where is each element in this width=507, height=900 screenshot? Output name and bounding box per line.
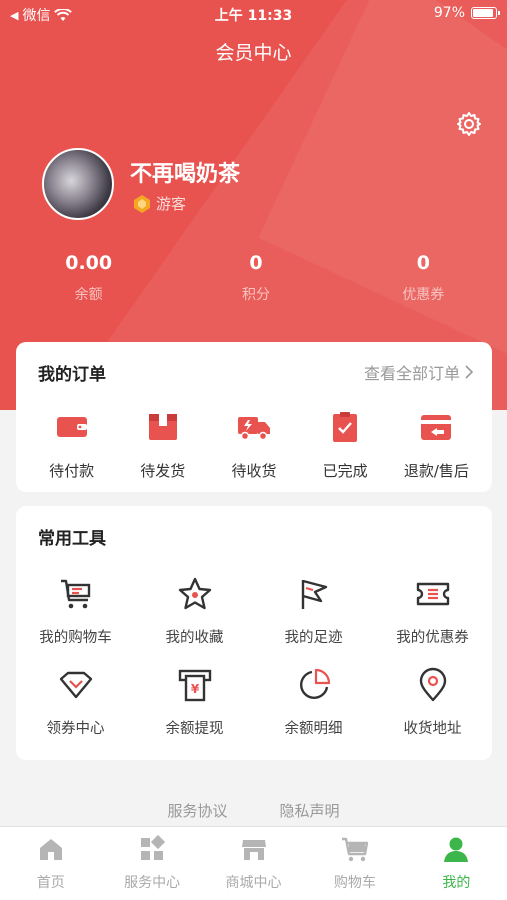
flag-icon bbox=[301, 579, 327, 609]
orders-title: 我的订单 bbox=[38, 365, 106, 385]
level-badge-icon bbox=[134, 194, 150, 213]
tab-cart[interactable]: 购物车 bbox=[304, 827, 405, 900]
tab-label: 首页 bbox=[36, 875, 65, 891]
tool-footprints[interactable]: 我的足迹 bbox=[254, 576, 373, 647]
points-stat[interactable]: 0 积分 bbox=[172, 252, 339, 304]
clipboard-check-icon bbox=[333, 412, 358, 442]
privacy-policy-link[interactable]: 隐私声明 bbox=[280, 800, 340, 821]
order-refund[interactable]: 退款/售后 bbox=[396, 410, 476, 481]
store-icon bbox=[241, 840, 266, 860]
tab-service-center[interactable]: 服务中心 bbox=[101, 827, 202, 900]
svg-text:¥: ¥ bbox=[190, 682, 199, 696]
grid-icon bbox=[141, 834, 166, 860]
tab-home[interactable]: 首页 bbox=[0, 827, 101, 900]
points-value: 0 bbox=[249, 252, 263, 274]
balance-label: 余额 bbox=[74, 287, 103, 303]
tool-label: 我的足迹 bbox=[284, 630, 343, 646]
tool-label: 领券中心 bbox=[46, 721, 105, 737]
cart-icon bbox=[60, 579, 90, 609]
box-icon bbox=[148, 414, 177, 440]
tool-favorites[interactable]: 我的收藏 bbox=[135, 576, 254, 647]
footer-links: 服务协议 隐私声明 bbox=[0, 800, 507, 821]
tab-mine[interactable]: 我的 bbox=[406, 827, 507, 900]
points-label: 积分 bbox=[241, 287, 270, 303]
battery-icon bbox=[471, 7, 500, 19]
wallet-icon bbox=[56, 417, 87, 437]
settings-gear-icon[interactable] bbox=[455, 110, 483, 138]
service-agreement-link[interactable]: 服务协议 bbox=[167, 800, 227, 821]
cart-icon bbox=[341, 837, 369, 862]
tab-mall-center[interactable]: 商城中心 bbox=[203, 827, 304, 900]
balance-stat[interactable]: 0.00 余额 bbox=[5, 252, 172, 304]
coupon-stat[interactable]: 0 优惠券 bbox=[340, 252, 507, 304]
tool-withdraw[interactable]: ¥ 余额提现 bbox=[135, 667, 254, 738]
tab-label: 服务中心 bbox=[124, 875, 181, 891]
level-label: 游客 bbox=[156, 195, 187, 213]
tab-label: 我的 bbox=[442, 875, 471, 891]
chevron-right-icon bbox=[465, 365, 474, 379]
pie-chart-icon bbox=[299, 668, 330, 700]
tool-label: 我的购物车 bbox=[39, 630, 112, 646]
tool-balance-details[interactable]: 余额明细 bbox=[254, 667, 373, 738]
account-stats: 0.00 余额 0 积分 0 优惠券 bbox=[0, 252, 507, 304]
view-all-orders-link[interactable]: 查看全部订单 bbox=[364, 360, 474, 384]
withdraw-icon: ¥ bbox=[178, 669, 211, 702]
tool-label: 收货地址 bbox=[403, 721, 462, 737]
order-completed[interactable]: 已完成 bbox=[305, 410, 385, 481]
orders-card: 我的订单 查看全部订单 待付款 待发货 待收货 已完成 退款/售后 bbox=[16, 342, 492, 492]
member-level: 游客 bbox=[132, 193, 186, 214]
location-icon bbox=[419, 667, 446, 702]
order-label: 待收货 bbox=[231, 462, 277, 480]
coupon-label: 优惠券 bbox=[402, 287, 445, 303]
tool-coupon-center[interactable]: 领券中心 bbox=[16, 667, 135, 738]
avatar[interactable] bbox=[42, 148, 114, 220]
page-title: 会员中心 bbox=[215, 42, 292, 64]
tab-label: 商城中心 bbox=[225, 875, 282, 891]
status-bar: ◀ 微信 上午 11:33 97% bbox=[0, 0, 507, 28]
order-pending-shipment[interactable]: 待发货 bbox=[123, 410, 203, 481]
coupon-value: 0 bbox=[416, 252, 430, 274]
tool-label: 我的优惠券 bbox=[396, 630, 469, 646]
tool-my-cart[interactable]: 我的购物车 bbox=[16, 576, 135, 647]
refund-icon bbox=[421, 415, 452, 440]
bottom-tab-bar: 首页 服务中心 商城中心 购物车 我的 bbox=[0, 826, 507, 900]
tab-label: 购物车 bbox=[333, 875, 376, 891]
order-label: 待付款 bbox=[49, 462, 95, 480]
battery-percent: 97% bbox=[433, 5, 465, 21]
order-pending-payment[interactable]: 待付款 bbox=[32, 410, 112, 481]
view-all-orders-label: 查看全部订单 bbox=[363, 364, 460, 383]
tool-addresses[interactable]: 收货地址 bbox=[373, 667, 492, 738]
order-label: 待发货 bbox=[140, 462, 186, 480]
order-pending-receipt[interactable]: 待收货 bbox=[214, 410, 294, 481]
tool-label: 余额提现 bbox=[165, 721, 224, 737]
truck-icon bbox=[237, 417, 270, 441]
tool-label: 余额明细 bbox=[284, 721, 343, 737]
clock: 上午 11:33 bbox=[214, 8, 293, 24]
tools-title: 常用工具 bbox=[38, 529, 106, 549]
star-icon bbox=[178, 577, 211, 610]
order-label: 退款/售后 bbox=[403, 462, 469, 480]
order-label: 已完成 bbox=[322, 462, 368, 480]
diamond-icon bbox=[59, 671, 92, 699]
username: 不再喝奶茶 bbox=[130, 162, 241, 187]
tool-label: 我的收藏 bbox=[165, 630, 224, 646]
tool-coupons[interactable]: 我的优惠券 bbox=[373, 576, 492, 647]
balance-value: 0.00 bbox=[65, 252, 113, 274]
ticket-icon bbox=[416, 582, 449, 606]
user-icon bbox=[444, 837, 469, 862]
home-icon bbox=[39, 839, 62, 860]
tools-card: 常用工具 我的购物车 我的收藏 我的足迹 我的优惠券 领券中心 ¥ 余额提现 余… bbox=[16, 506, 492, 760]
